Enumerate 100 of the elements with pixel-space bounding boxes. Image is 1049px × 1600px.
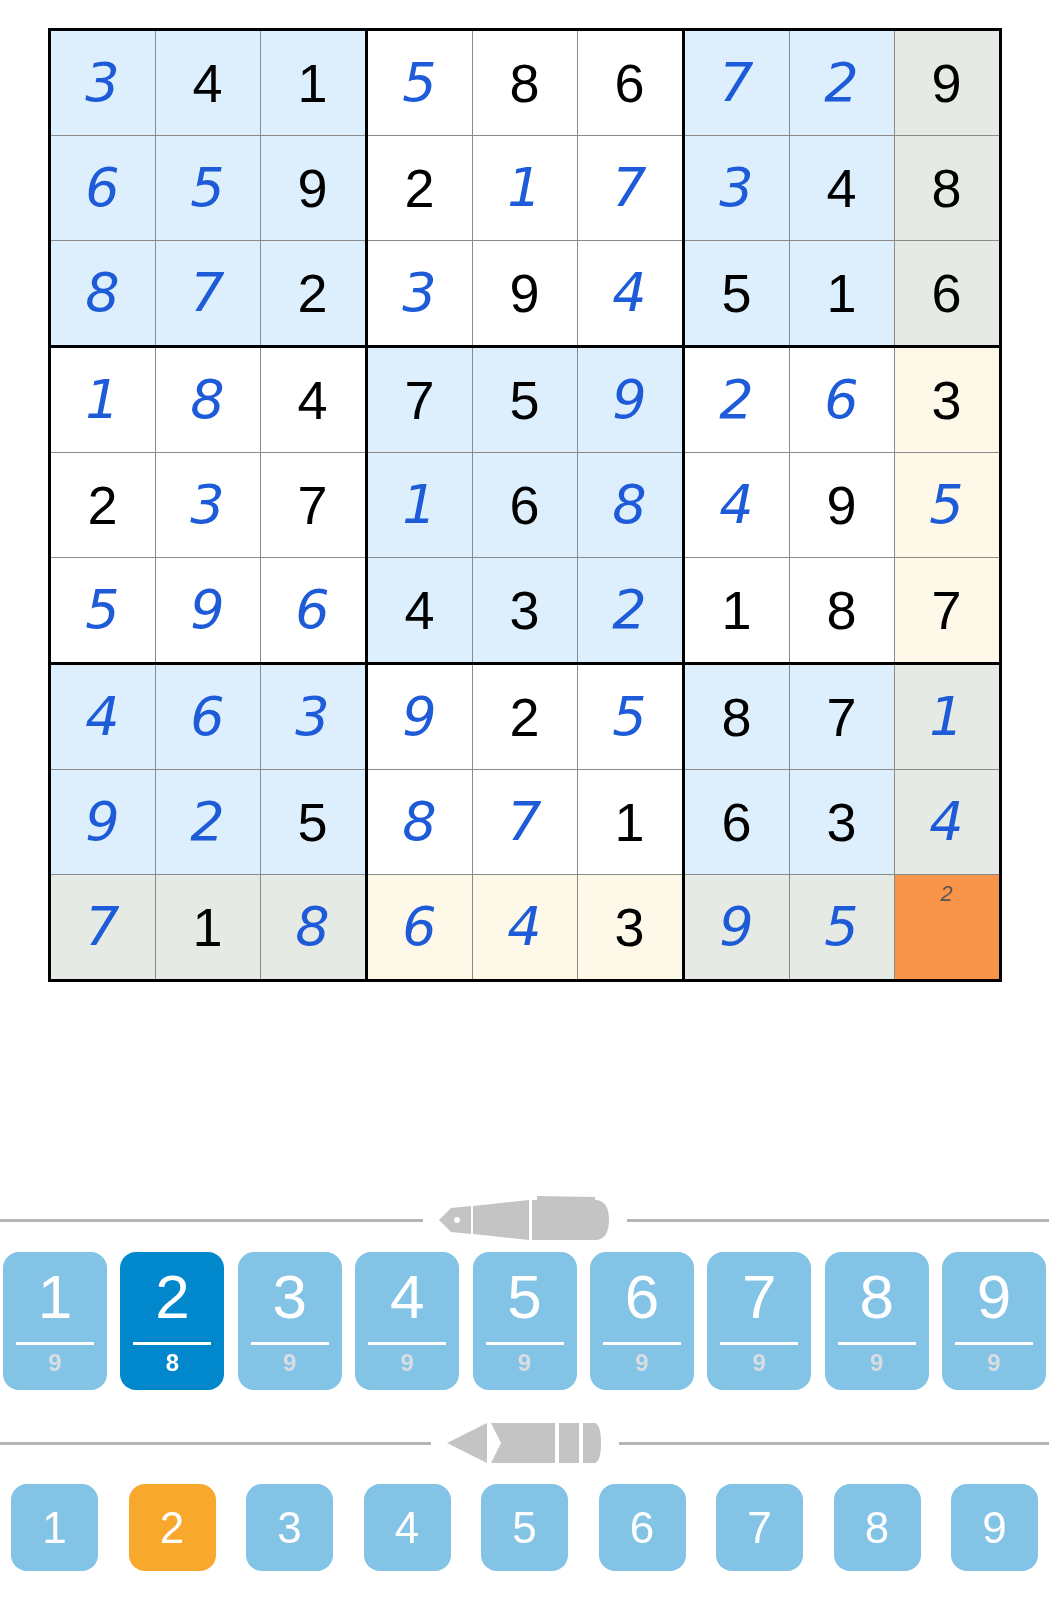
grid-cell[interactable]: 3 [577, 875, 682, 979]
cell-digit: 9 [190, 583, 225, 637]
grid-cell[interactable]: 5 [684, 241, 789, 345]
grid-cell[interactable]: 6 [577, 31, 682, 135]
grid-cell[interactable]: 9 [472, 241, 577, 345]
cell-digit: 3 [295, 690, 330, 744]
grid-cell[interactable]: 3 [894, 348, 999, 452]
grid-cell[interactable]: 4 [155, 31, 260, 135]
grid-cell[interactable]: 8 [684, 665, 789, 769]
grid-cell[interactable]: 3 [367, 241, 472, 345]
grid-cell[interactable]: 8 [472, 31, 577, 135]
grid-cell[interactable]: 3 [684, 136, 789, 240]
grid-cell[interactable]: 5 [367, 31, 472, 135]
grid-cell[interactable]: 1 [155, 875, 260, 979]
grid-cell[interactable]: 6 [894, 241, 999, 345]
grid-cell[interactable]: 9 [684, 875, 789, 979]
cell-digit: 8 [612, 478, 647, 532]
grid-cell[interactable]: 3 [260, 665, 365, 769]
grid-cell[interactable]: 2 [577, 558, 682, 662]
grid-cell[interactable]: 8 [789, 558, 894, 662]
grid-cell[interactable]: 9 [894, 31, 999, 135]
grid-cell[interactable]: 7 [50, 875, 155, 979]
grid-cell[interactable]: 3 [789, 770, 894, 874]
grid-cell[interactable]: 7 [577, 136, 682, 240]
grid-cell[interactable]: 5 [260, 770, 365, 874]
grid-cell[interactable]: 9 [577, 348, 682, 452]
grid-cell[interactable]: 6 [789, 348, 894, 452]
grid-cell[interactable]: 9 [789, 453, 894, 557]
grid-cell[interactable]: 8 [894, 136, 999, 240]
grid-cell[interactable]: 5 [155, 136, 260, 240]
grid-cell[interactable]: 1 [367, 453, 472, 557]
cell-digit: 2 [612, 583, 647, 637]
grid-cell[interactable]: 1 [684, 558, 789, 662]
grid-cell[interactable]: 2 [894, 875, 999, 979]
grid-cell[interactable]: 3 [50, 31, 155, 135]
grid-cell[interactable]: 1 [789, 241, 894, 345]
grid-cell[interactable]: 7 [789, 665, 894, 769]
grid-cell[interactable]: 7 [155, 241, 260, 345]
grid-cell[interactable]: 9 [155, 558, 260, 662]
grid-cell[interactable]: 4 [260, 348, 365, 452]
cell-digit: 8 [402, 795, 437, 849]
cell-digit: 3 [190, 478, 225, 532]
pen-digit-button[interactable]: 2 8 [120, 1252, 225, 1390]
grid-cell[interactable]: 9 [260, 136, 365, 240]
grid-cell[interactable]: 4 [50, 665, 155, 769]
grid-cell[interactable]: 1 [577, 770, 682, 874]
grid-cell[interactable]: 2 [684, 348, 789, 452]
cell-digit: 9 [297, 161, 328, 215]
cell-digit: 8 [85, 266, 120, 320]
grid-cell[interactable]: 6 [367, 875, 472, 979]
grid-cell[interactable]: 4 [789, 136, 894, 240]
grid-cell[interactable]: 6 [472, 453, 577, 557]
grid-cell[interactable]: 6 [155, 665, 260, 769]
grid-cell[interactable]: 5 [472, 348, 577, 452]
grid-cell[interactable]: 7 [472, 770, 577, 874]
grid-cell[interactable]: 6 [260, 558, 365, 662]
grid-cell[interactable]: 1 [50, 348, 155, 452]
cell-digit: 4 [719, 478, 754, 532]
grid-cell[interactable]: 5 [789, 875, 894, 979]
grid-cell[interactable]: 2 [260, 241, 365, 345]
grid-cell[interactable]: 6 [684, 770, 789, 874]
grid-cell[interactable]: 9 [367, 665, 472, 769]
grid-cell[interactable]: 8 [155, 348, 260, 452]
grid-cell[interactable]: 4 [577, 241, 682, 345]
grid-cell[interactable]: 9 [50, 770, 155, 874]
grid-cell[interactable]: 5 [577, 665, 682, 769]
grid-cell[interactable]: 4 [472, 875, 577, 979]
cell-digit: 6 [295, 583, 330, 637]
grid-cell[interactable]: 5 [50, 558, 155, 662]
cell-digit: 6 [721, 795, 752, 849]
grid-cell[interactable]: 2 [50, 453, 155, 557]
cell-digit: 9 [719, 900, 754, 954]
grid-cell[interactable]: 1 [260, 31, 365, 135]
grid-cell[interactable]: 2 [789, 31, 894, 135]
grid-cell[interactable]: 3 [155, 453, 260, 557]
cell-digit: 5 [824, 900, 859, 954]
grid-cell[interactable]: 4 [894, 770, 999, 874]
cell-digit: 3 [402, 266, 437, 320]
grid-cell[interactable]: 7 [684, 31, 789, 135]
grid-cell[interactable]: 3 [472, 558, 577, 662]
grid-cell[interactable]: 7 [260, 453, 365, 557]
grid-cell[interactable]: 4 [684, 453, 789, 557]
grid-cell[interactable]: 8 [367, 770, 472, 874]
grid-cell[interactable]: 2 [367, 136, 472, 240]
grid-cell[interactable]: 4 [367, 558, 472, 662]
grid-cell[interactable]: 8 [577, 453, 682, 557]
grid-cell[interactable]: 2 [472, 665, 577, 769]
grid-cell[interactable]: 7 [367, 348, 472, 452]
grid-cell[interactable]: 1 [894, 665, 999, 769]
grid-cell[interactable]: 8 [50, 241, 155, 345]
grid-cell[interactable]: 5 [894, 453, 999, 557]
grid-cell[interactable]: 8 [260, 875, 365, 979]
cell-digit: 8 [826, 583, 857, 637]
cell-digit: 3 [931, 373, 962, 427]
grid-cell[interactable]: 1 [472, 136, 577, 240]
grid-cell[interactable]: 7 [894, 558, 999, 662]
grid-cell[interactable]: 2 [155, 770, 260, 874]
cell-digit: 6 [402, 900, 437, 954]
cell-digit: 4 [85, 690, 120, 744]
grid-cell[interactable]: 6 [50, 136, 155, 240]
